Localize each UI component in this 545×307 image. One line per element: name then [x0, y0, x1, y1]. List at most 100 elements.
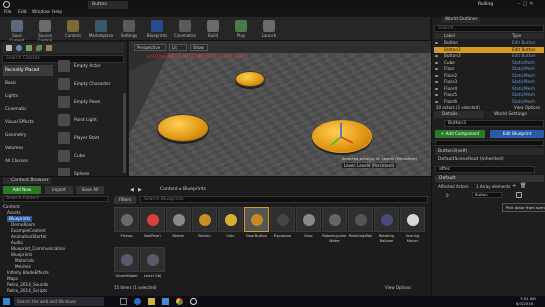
button-actor-1[interactable]	[235, 71, 265, 87]
chrome-icon[interactable]	[176, 298, 183, 305]
app-tab[interactable]: Rolling	[478, 1, 508, 9]
asset-tile[interactable]: Explosive	[270, 207, 295, 243]
asset-tile[interactable]: DoorButton	[244, 207, 269, 243]
placeable-actor[interactable]: Player Start	[58, 131, 122, 147]
import-button[interactable]: Import	[45, 186, 73, 194]
paint-mode-icon[interactable]	[16, 45, 22, 51]
category-item[interactable]: Basic	[3, 78, 53, 89]
breadcrumb-blueprints[interactable]: Blueprints	[183, 187, 206, 192]
editor-tab[interactable]: Button	[88, 1, 128, 9]
placeable-actor[interactable]: Cube	[58, 149, 122, 165]
asset-tile[interactable]: RotatingWall	[348, 207, 373, 243]
button-actor-2[interactable]	[157, 114, 209, 142]
component-search[interactable]	[435, 140, 544, 146]
visibility-eye-icon[interactable]	[435, 61, 438, 64]
clear-array-icon[interactable]: 🗑	[520, 183, 526, 189]
start-button-icon[interactable]	[3, 298, 10, 305]
section-default[interactable]: Default	[435, 175, 544, 182]
tab-world-settings[interactable]: World Settings	[486, 111, 544, 118]
asset-tile[interactable]: Level Obj	[140, 247, 165, 283]
toolbar-button-content[interactable]: Content	[60, 18, 86, 40]
toolbar-button-source-control[interactable]: Source Control	[32, 18, 58, 43]
store-icon[interactable]	[162, 298, 169, 305]
asset-tile[interactable]: Button	[192, 207, 217, 243]
unreal-icon[interactable]	[190, 298, 197, 305]
filters-button[interactable]: Filters	[114, 196, 136, 204]
component-self[interactable]: Button3(self)	[435, 148, 544, 155]
breadcrumb-content[interactable]: Content	[160, 187, 178, 192]
visibility-eye-icon[interactable]	[435, 81, 438, 83]
asset-tile[interactable]: Coin	[218, 207, 243, 243]
foliage-mode-icon[interactable]	[36, 45, 42, 51]
taskbar-app-icons[interactable]	[120, 298, 240, 305]
tab-details[interactable]: Details	[434, 111, 484, 118]
toolbar-button-launch[interactable]: Launch	[256, 18, 282, 40]
toolbar-button-blueprints[interactable]: Blueprints	[144, 18, 170, 40]
menu-help[interactable]: Help	[52, 10, 62, 15]
add-element-icon[interactable]: +	[512, 183, 516, 189]
visibility-eye-icon[interactable]	[435, 48, 438, 51]
visibility-eye-icon[interactable]	[435, 94, 438, 96]
asset-tile[interactable]: Gear	[296, 207, 321, 243]
menu-edit[interactable]: Edit	[18, 10, 27, 15]
placeable-actor[interactable]: Point Light	[58, 113, 122, 129]
component-root[interactable]: DefaultSceneRoot (Inherited)	[438, 156, 544, 163]
pick-actor-eyedropper-icon[interactable]	[516, 192, 522, 198]
toolbar-button-play[interactable]: Play	[228, 18, 254, 40]
actor-picker-dropdown[interactable]: Button	[472, 192, 502, 198]
asset-tile[interactable]: Scoring Mover	[400, 207, 425, 243]
landscape-mode-icon[interactable]	[26, 45, 32, 51]
outliner-search-input[interactable]: Search...	[434, 25, 544, 32]
save-all-button[interactable]: Save All	[76, 186, 104, 194]
folder-item[interactable]: Retro_2014_Scripts	[7, 288, 47, 294]
level-viewport[interactable]: Perspective Lit Show LIGHTING NEEDS TO B…	[129, 41, 431, 176]
asset-tile[interactable]: Rotating Balloon	[374, 207, 399, 243]
geometry-mode-icon[interactable]	[46, 45, 52, 51]
nav-forward-icon[interactable]: ▶	[138, 187, 142, 193]
placeable-actor[interactable]: Empty Actor	[58, 59, 122, 75]
menu-window[interactable]: Window	[32, 10, 50, 15]
asset-tile[interactable]: GameModel	[114, 247, 139, 283]
window-controls[interactable]: –□✕	[518, 1, 544, 8]
placeable-actor[interactable]: Empty Pawn	[58, 95, 122, 111]
category-item[interactable]: Lights	[3, 91, 53, 102]
transform-gizmo-icon[interactable]	[327, 121, 357, 151]
visibility-eye-icon[interactable]	[435, 100, 438, 103]
nav-back-icon[interactable]: ◀	[130, 187, 134, 193]
category-item[interactable]: Geometry	[3, 130, 53, 141]
visibility-eye-icon[interactable]	[435, 68, 438, 70]
placeable-actor[interactable]: Empty Character	[58, 77, 122, 93]
category-item[interactable]: Cinematic	[3, 104, 53, 115]
toolbar-button-build[interactable]: Build	[200, 18, 226, 40]
explorer-icon[interactable]	[148, 298, 155, 305]
asset-tile[interactable]: Rotatingcolor Water	[322, 207, 347, 243]
toolbar-button-cinematics[interactable]: Cinematics	[172, 18, 198, 40]
visibility-eye-icon[interactable]	[435, 55, 438, 57]
content-browser-tab[interactable]: Content Browser	[3, 178, 51, 184]
actor-name-field[interactable]: Button3	[444, 120, 544, 127]
place-mode-icon[interactable]	[6, 45, 12, 51]
toolbar-button-marketplace[interactable]: Marketplace	[88, 18, 114, 40]
visibility-eye-icon[interactable]	[435, 74, 438, 77]
category-item[interactable]: Recently Placed	[3, 65, 53, 76]
content-view-options[interactable]: View Options	[385, 285, 411, 290]
menu-file[interactable]: File	[4, 10, 12, 15]
modes-tabs[interactable]	[2, 43, 124, 53]
visibility-eye-icon[interactable]	[435, 87, 438, 90]
show-button[interactable]: Show	[190, 44, 208, 51]
category-item[interactable]: All Classes	[3, 156, 53, 167]
toolbar-button-save-current[interactable]: Save Current	[4, 18, 30, 43]
asset-tile[interactable]: BallPawn	[140, 207, 165, 243]
lit-button[interactable]: Lit	[169, 44, 187, 51]
task-view-icon[interactable]	[120, 298, 127, 305]
asset-tile[interactable]: Beater	[166, 207, 191, 243]
details-search-input[interactable]: affec	[435, 166, 535, 173]
asset-search-input[interactable]: Search Blueprints	[140, 196, 428, 203]
taskbar-search-input[interactable]: Search the web and Windows	[14, 297, 104, 306]
perspective-button[interactable]: Perspective	[134, 44, 166, 51]
category-item[interactable]: Visual Effects	[3, 117, 53, 128]
place-scrollbar[interactable]	[123, 93, 126, 173]
add-component-button[interactable]: + Add Component	[435, 130, 485, 138]
edit-blueprint-button[interactable]: Edit Blueprint	[490, 130, 544, 138]
folder-search-input[interactable]: Search Folders	[3, 196, 108, 202]
